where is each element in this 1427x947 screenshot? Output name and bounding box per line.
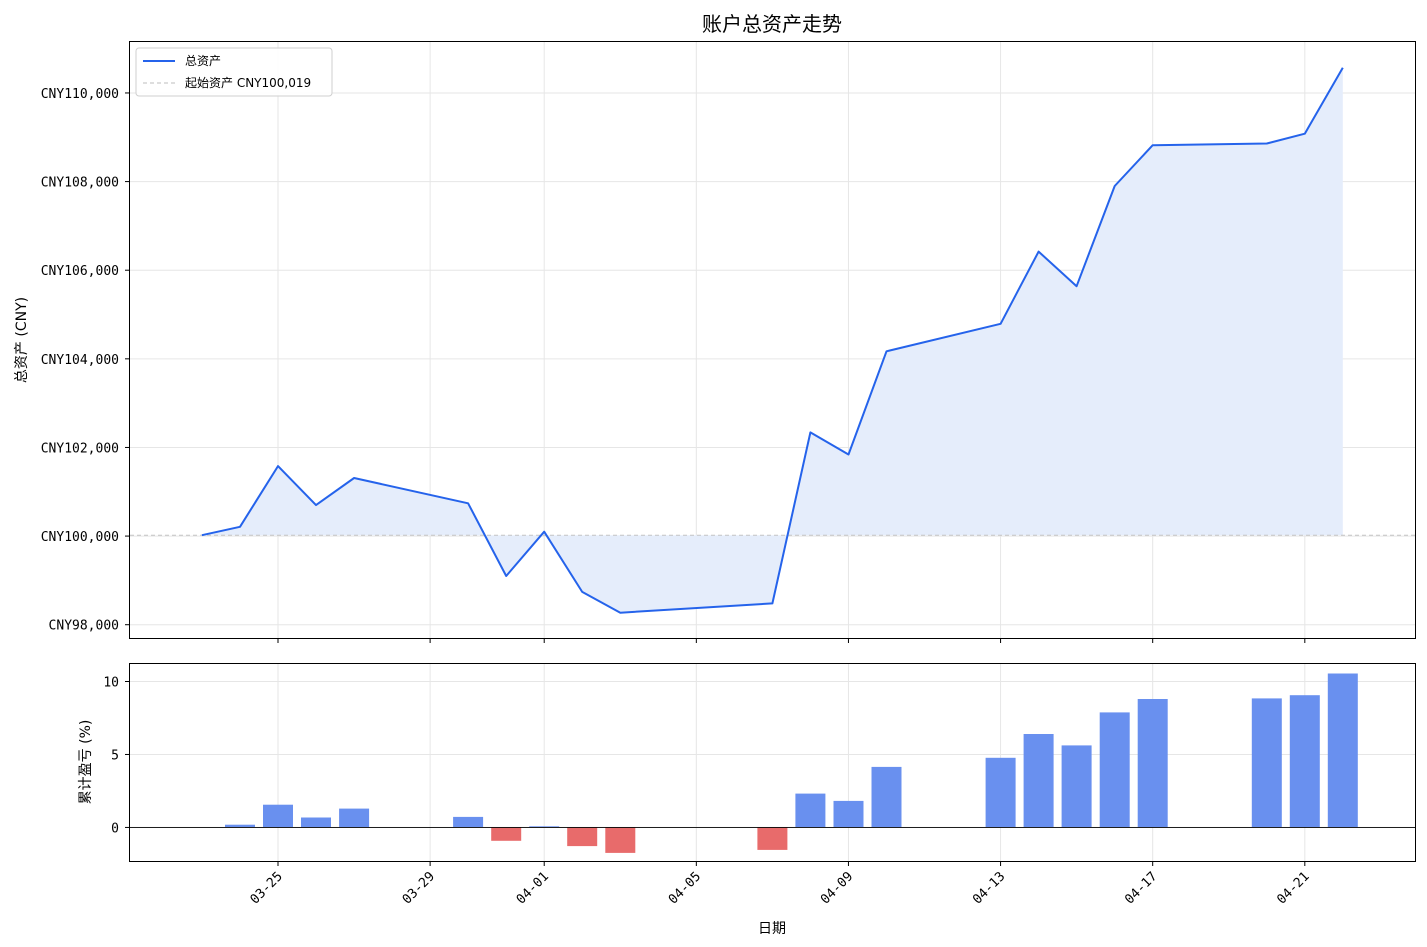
chart-title: 账户总资产走势 [702,12,842,36]
pnl-bar [263,804,293,828]
pnl-bar [1023,734,1054,828]
pnl-bar [1289,695,1320,828]
top-y-tick-label: CNY106,000 [41,264,119,279]
top-y-tick-label: CNY100,000 [41,530,119,545]
pnl-bar [491,827,522,841]
pnl-bar [795,793,826,828]
bottom-y-tick-label: 0 [111,821,119,836]
pnl-bar [871,766,902,828]
legend-label-total-asset: 总资产 [185,54,221,68]
pnl-bar [453,816,484,828]
pnl-bar [605,827,636,853]
pnl-bar [1137,699,1168,828]
bottom-y-tick-label: 10 [103,676,119,691]
pnl-bar [1251,698,1282,828]
pnl-bar [1327,673,1358,828]
top-y-tick-label: CNY104,000 [41,353,119,368]
pnl-bar [1099,712,1130,828]
top-y-axis-label: 总资产 (CNY) [14,297,30,383]
pnl-bar [1061,745,1092,828]
legend: 总资产 起始资产 CNY100,019 [135,47,333,97]
pnl-bar [301,817,331,828]
legend-label-initial-asset: 起始资产 CNY100,019 [185,76,311,90]
asset-trend-figure: 账户总资产走势 CNY98,000 CNY100,000 CNY102,000 CNY… [0,0,1427,947]
pnl-bar [339,808,370,828]
top-y-tick-label: CNY108,000 [41,176,119,191]
top-y-tick-label: CNY102,000 [41,441,119,456]
bottom-y-tick-label: 5 [111,748,119,763]
pnl-bar [567,827,598,847]
x-axis-label: 日期 [758,921,786,937]
pnl-bar [757,827,788,850]
pnl-bar [985,757,1016,828]
bottom-y-axis-label: 累计盈亏 (%) [78,720,94,805]
top-y-tick-label: CNY98,000 [49,619,119,634]
top-y-tick-label: CNY110,000 [41,87,119,102]
pnl-bar [833,800,864,828]
